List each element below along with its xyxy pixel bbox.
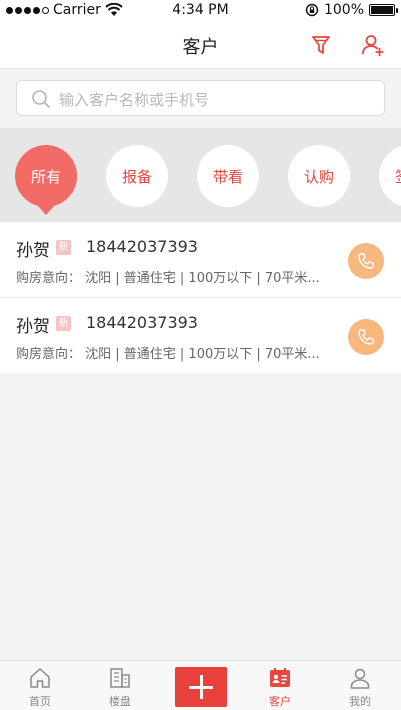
filter-signed[interactable]: 签 <box>379 145 401 207</box>
add-user-icon[interactable] <box>360 32 386 58</box>
filter-subscribed[interactable]: 认购 <box>288 145 350 207</box>
tab-mine-label: 我的 <box>349 695 371 708</box>
add-button[interactable] <box>175 667 227 707</box>
tab-buildings-label: 楼盘 <box>109 695 131 708</box>
filter-viewing[interactable]: 带看 <box>197 145 259 207</box>
user-icon <box>350 668 370 689</box>
call-button[interactable] <box>348 243 384 279</box>
home-icon <box>30 668 50 688</box>
customer-list: 孙贺 新 18442037393 购房意向： 沈阳 | 普通住宅 | 100万以… <box>0 222 401 373</box>
new-badge: 新 <box>56 240 71 255</box>
customer-phone: 18442037393 <box>86 237 198 256</box>
battery-icon <box>369 4 398 16</box>
filter-reported[interactable]: 报备 <box>106 145 168 207</box>
search-input[interactable]: 输入客户名称或手机号 <box>16 80 385 116</box>
navbar: 客户 <box>0 22 401 68</box>
customer-card-icon <box>270 668 290 687</box>
customer-phone: 18442037393 <box>86 313 198 332</box>
active-filter-pointer <box>38 206 54 215</box>
new-badge: 新 <box>56 316 71 331</box>
customer-name: 孙贺 <box>16 317 50 337</box>
customer-row[interactable]: 孙贺 新 18442037393 购房意向： 沈阳 | 普通住宅 | 100万以… <box>0 222 401 298</box>
search-area: 输入客户名称或手机号 <box>0 68 401 128</box>
orientation-lock-icon <box>305 3 319 17</box>
phone-icon <box>358 329 374 345</box>
page-title: 客户 <box>182 37 219 58</box>
search-placeholder: 输入客户名称或手机号 <box>59 91 210 109</box>
status-filter-strip: 所有 报备 带看 认购 签 <box>0 128 401 222</box>
tab-buildings[interactable]: 楼盘 <box>80 661 160 710</box>
bottom-tab-bar: 首页 楼盘 客户 我的 <box>0 660 401 710</box>
tab-customers[interactable]: 客户 <box>240 661 320 710</box>
building-icon <box>110 668 130 688</box>
search-icon <box>32 90 50 108</box>
filter-icon[interactable] <box>308 32 334 58</box>
phone-icon <box>358 253 374 269</box>
tab-home-label: 首页 <box>29 695 51 708</box>
status-right: 100% <box>305 2 398 18</box>
customer-row[interactable]: 孙贺 新 18442037393 购房意向： 沈阳 | 普通住宅 | 100万以… <box>0 298 401 373</box>
tab-customers-label: 客户 <box>269 695 291 708</box>
battery-percent: 100% <box>323 2 364 18</box>
purchase-intent: 购房意向： 沈阳 | 普通住宅 | 100万以下 | 70平米... <box>16 271 320 286</box>
filter-all[interactable]: 所有 <box>15 145 77 207</box>
customer-name: 孙贺 <box>16 241 50 261</box>
call-button[interactable] <box>348 319 384 355</box>
status-bar: Carrier 4:34 PM 100% <box>0 0 401 22</box>
tab-home[interactable]: 首页 <box>0 661 80 710</box>
purchase-intent: 购房意向： 沈阳 | 普通住宅 | 100万以下 | 70平米... <box>16 347 320 362</box>
tab-mine[interactable]: 我的 <box>320 661 400 710</box>
